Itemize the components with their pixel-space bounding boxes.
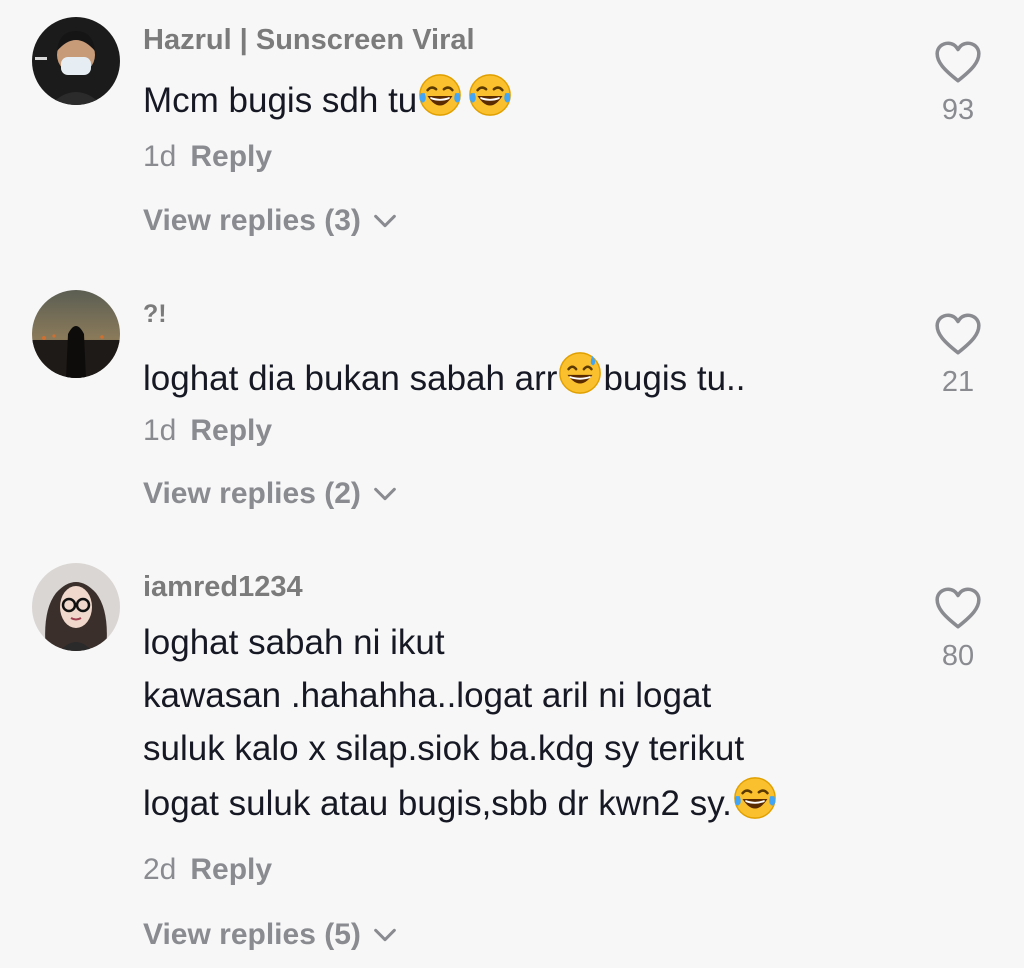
comment-text-content: Mcm bugis sdh tu: [143, 81, 418, 120]
like-count: 80: [941, 640, 975, 672]
face-with-tears-of-joy-icon: [467, 72, 513, 118]
view-replies-label: View replies (5): [143, 918, 361, 951]
comment-text-content: loghat dia bukan sabah arr: [143, 359, 558, 398]
view-replies-button[interactable]: View replies (2): [143, 477, 399, 511]
comment-text: Mcm bugis sdh tu: [143, 72, 913, 127]
comment-text-line: kawasan .hahahha..logat aril ni logat: [143, 676, 712, 715]
comment-text: loghat dia bukan sabah arr bugis tu..: [143, 350, 913, 405]
reply-button[interactable]: Reply: [190, 414, 272, 447]
timestamp: 1d: [143, 140, 177, 173]
comment-text-content: bugis tu..: [603, 359, 746, 398]
avatar[interactable]: [32, 290, 120, 378]
comment-text-line-last: logat suluk atau bugis,sbb dr kwn2 sy.: [143, 775, 913, 830]
like-count: 93: [941, 94, 975, 126]
chevron-down-icon: [371, 480, 399, 508]
comment-meta: 2d Reply: [143, 853, 272, 887]
view-replies-label: View replies (3): [143, 204, 361, 237]
face-with-tears-of-joy-icon: [417, 72, 463, 118]
comment-text-line: suluk kalo x silap.siok ba.kdg sy teriku…: [143, 729, 745, 768]
face-with-tears-of-joy-icon: [732, 775, 778, 821]
timestamp: 2d: [143, 853, 177, 886]
heart-icon: [933, 584, 983, 634]
grinning-face-with-sweat-icon: [557, 350, 603, 396]
avatar[interactable]: [32, 17, 120, 105]
username[interactable]: Hazrul | Sunscreen Viral: [143, 24, 475, 57]
chevron-down-icon: [371, 207, 399, 235]
comment-text-line: loghat sabah ni ikut: [143, 623, 445, 662]
chevron-down-icon: [371, 921, 399, 949]
comment-meta: 1d Reply: [143, 414, 272, 448]
heart-icon: [933, 310, 983, 360]
comment-text-content: logat suluk atau bugis,sbb dr kwn2 sy.: [143, 784, 732, 823]
reply-button[interactable]: Reply: [190, 140, 272, 173]
avatar[interactable]: [32, 563, 120, 651]
heart-icon: [933, 38, 983, 88]
username[interactable]: ?!: [143, 300, 167, 329]
username[interactable]: iamred1234: [143, 571, 303, 604]
like-count: 21: [941, 366, 975, 398]
timestamp: 1d: [143, 414, 177, 447]
comment-text: loghat sabah ni ikut kawasan .hahahha..l…: [143, 616, 913, 830]
view-replies-label: View replies (2): [143, 477, 361, 510]
like-button[interactable]: 93: [918, 38, 998, 127]
comment-meta: 1d Reply: [143, 140, 272, 174]
view-replies-button[interactable]: View replies (5): [143, 918, 399, 952]
like-button[interactable]: 80: [918, 584, 998, 673]
view-replies-button[interactable]: View replies (3): [143, 204, 399, 238]
reply-button[interactable]: Reply: [190, 853, 272, 886]
like-button[interactable]: 21: [918, 310, 998, 399]
